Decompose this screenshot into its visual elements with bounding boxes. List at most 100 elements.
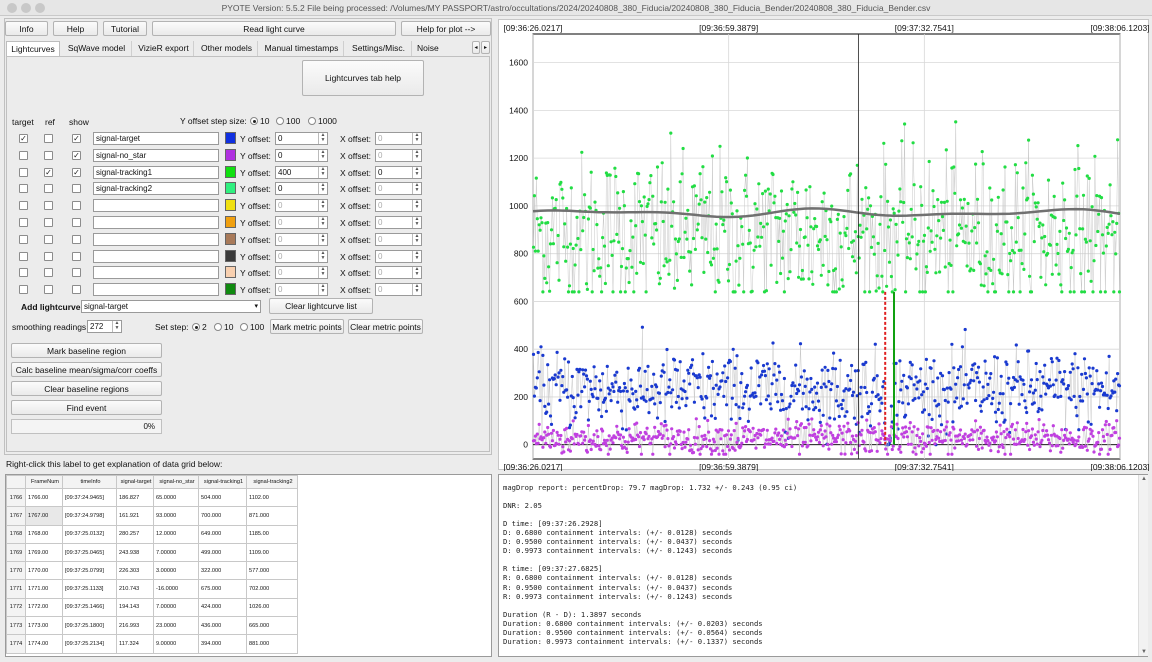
show-checkbox[interactable] xyxy=(72,285,81,295)
tab-scroll-right-icon[interactable]: ▸ xyxy=(481,41,490,54)
help-button[interactable]: Help xyxy=(53,21,98,36)
table-cell[interactable]: 1766.00 xyxy=(25,487,63,508)
color-swatch[interactable] xyxy=(225,199,236,212)
stepper-arrows-icon[interactable]: ▲ ▼ xyxy=(412,284,421,296)
target-checkbox[interactable] xyxy=(19,184,28,194)
x-offset-input[interactable]: 0 ▲ ▼ xyxy=(375,232,422,246)
show-checkbox[interactable]: ✓ xyxy=(72,150,81,160)
ref-checkbox[interactable] xyxy=(44,150,53,160)
show-checkbox[interactable]: ✓ xyxy=(72,134,81,143)
table-cell[interactable]: 117.324 xyxy=(116,634,154,654)
table-cell[interactable]: [09:37:25.1133] xyxy=(62,579,117,599)
y-offset-input[interactable]: 400 ▲ ▼ xyxy=(275,165,328,179)
target-checkbox[interactable] xyxy=(19,201,28,211)
row-header[interactable]: 1773 xyxy=(6,616,26,636)
table-cell[interactable]: 675.000 xyxy=(198,579,247,599)
table-cell[interactable]: 226.303 xyxy=(116,561,154,581)
ref-checkbox[interactable] xyxy=(44,134,53,143)
target-checkbox[interactable] xyxy=(19,150,28,160)
table-cell[interactable]: [09:37:24.9465] xyxy=(62,487,117,508)
table-cell[interactable]: 871.000 xyxy=(246,506,298,526)
table-cell[interactable]: 12.0000 xyxy=(153,524,199,544)
zoom-window-icon[interactable] xyxy=(35,3,45,13)
table-row[interactable]: 1772 1772.00 [09:37:25.1466] 194.143 7.00000… xyxy=(6,597,298,618)
table-cell[interactable]: [09:37:24.9798] xyxy=(62,506,117,526)
ref-checkbox[interactable]: ✓ xyxy=(44,167,53,177)
lightcurve-name-field[interactable]: signal-target xyxy=(93,132,219,145)
lightcurve-name-field[interactable]: signal-no_star xyxy=(93,148,219,162)
lightcurve-name-field[interactable] xyxy=(93,266,219,280)
show-checkbox[interactable] xyxy=(72,184,81,194)
scroll-up-icon[interactable]: ▲ xyxy=(1141,476,1147,482)
clear-lightcurve-list-button[interactable]: Clear lightcurve list xyxy=(269,298,373,314)
table-cell[interactable]: 1185.00 xyxy=(246,524,298,544)
target-checkbox[interactable] xyxy=(19,251,28,261)
table-cell[interactable]: 1771.00 xyxy=(25,579,63,599)
table-cell[interactable]: 210.743 xyxy=(116,579,154,599)
table-cell[interactable]: 1767.00 xyxy=(25,506,63,526)
lightcurve-name-field[interactable] xyxy=(93,199,219,213)
table-cell[interactable]: 1026.00 xyxy=(246,597,298,618)
row-header[interactable]: 1766 xyxy=(6,487,26,508)
color-swatch[interactable] xyxy=(225,266,236,279)
tutorial-button[interactable]: Tutorial xyxy=(103,21,147,36)
target-checkbox[interactable]: ✓ xyxy=(19,134,28,143)
stepper-arrows-icon[interactable]: ▲ ▼ xyxy=(412,267,421,279)
lightcurve-name-field[interactable]: signal-tracking2 xyxy=(93,182,219,196)
table-cell[interactable]: 243.938 xyxy=(116,542,154,563)
table-row[interactable]: 1766 1766.00 [09:37:24.9465] 186.827 65.0000… xyxy=(6,487,298,508)
table-cell[interactable]: 65.0000 xyxy=(153,487,199,508)
add-lightcurve-select[interactable]: signal-target ▾ xyxy=(81,300,261,313)
grid-hint-label[interactable]: Right-click this label to get explanatio… xyxy=(6,459,222,469)
lightcurve-name-field[interactable] xyxy=(93,283,219,297)
table-cell[interactable]: [09:37:25.1466] xyxy=(62,597,117,618)
color-swatch[interactable] xyxy=(225,132,236,144)
table-row[interactable]: 1773 1773.00 [09:37:25.1800] 216.993 23.0000… xyxy=(6,616,298,636)
calc-baseline-button[interactable]: Calc baseline mean/sigma/corr coeffs xyxy=(11,362,162,377)
smoothing-input[interactable]: 272 ▲ ▼ xyxy=(87,320,122,333)
column-header[interactable]: timeInfo xyxy=(62,475,117,489)
stepper-arrows-icon[interactable]: ▲ ▼ xyxy=(412,133,421,144)
table-cell[interactable]: 7.00000 xyxy=(153,597,199,618)
table-cell[interactable]: 577.000 xyxy=(246,561,298,581)
table-cell[interactable]: 194.143 xyxy=(116,597,154,618)
clear-metric-points-button[interactable]: Clear metric points xyxy=(348,319,423,334)
y-step-1000-radio[interactable] xyxy=(308,117,316,125)
mark-baseline-region-button[interactable]: Mark baseline region xyxy=(11,343,162,358)
stepper-arrows-icon[interactable]: ▲ ▼ xyxy=(318,217,327,228)
table-cell[interactable]: 1102.00 xyxy=(246,487,298,508)
table-row[interactable]: 1768 1768.00 [09:37:25.0132] 280.257 12.0000… xyxy=(6,524,298,544)
stepper-arrows-icon[interactable]: ▲ ▼ xyxy=(412,233,421,245)
stepper-arrows-icon[interactable]: ▲ ▼ xyxy=(318,200,327,212)
target-checkbox[interactable] xyxy=(19,218,28,227)
table-cell[interactable]: 280.257 xyxy=(116,524,154,544)
color-swatch[interactable] xyxy=(225,165,236,178)
row-header[interactable]: 1768 xyxy=(6,524,26,544)
ref-checkbox[interactable] xyxy=(44,234,53,244)
row-header[interactable]: 1770 xyxy=(6,561,26,581)
column-header[interactable]: FrameNum xyxy=(25,475,63,489)
show-checkbox[interactable] xyxy=(72,218,81,227)
y-offset-input[interactable]: 0 ▲ ▼ xyxy=(275,199,328,213)
table-cell[interactable]: [09:37:25.2134] xyxy=(62,634,117,654)
stepper-arrows-icon[interactable]: ▲ ▼ xyxy=(318,250,327,262)
stepper-arrows-icon[interactable]: ▲ ▼ xyxy=(412,183,421,195)
x-offset-input[interactable]: 0 ▲ ▼ xyxy=(375,249,422,263)
stepper-arrows-icon[interactable]: ▲ ▼ xyxy=(318,183,327,195)
stepper-arrows-icon[interactable]: ▲ ▼ xyxy=(318,149,327,161)
table-row[interactable]: 1767 1767.00 [09:37:24.9798] 161.921 93.0000… xyxy=(6,506,298,526)
ref-checkbox[interactable] xyxy=(44,251,53,261)
table-row[interactable]: 1771 1771.00 [09:37:25.1133] 210.743 -16.000… xyxy=(6,579,298,599)
table-cell[interactable]: 1769.00 xyxy=(25,542,63,563)
table-row[interactable]: 1770 1770.00 [09:37:25.0799] 226.303 3.00000… xyxy=(6,561,298,581)
ref-checkbox[interactable] xyxy=(44,218,53,227)
ref-checkbox[interactable] xyxy=(44,268,53,278)
y-offset-input[interactable]: 0 ▲ ▼ xyxy=(275,132,328,145)
color-swatch[interactable] xyxy=(225,249,236,262)
table-cell[interactable]: 93.0000 xyxy=(153,506,199,526)
show-checkbox[interactable] xyxy=(72,251,81,261)
tab-scroll-left-icon[interactable]: ◂ xyxy=(472,41,480,54)
mark-metric-points-button[interactable]: Mark metric points xyxy=(270,319,344,334)
table-cell[interactable]: 216.993 xyxy=(116,616,154,636)
show-checkbox[interactable] xyxy=(72,201,81,211)
